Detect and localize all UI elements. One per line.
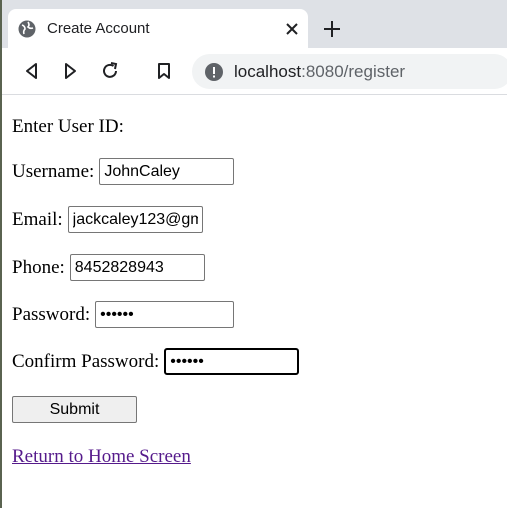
new-tab-icon[interactable] bbox=[322, 19, 342, 39]
submit-button[interactable]: Submit bbox=[12, 396, 137, 423]
phone-row: Phone: bbox=[12, 254, 205, 281]
url-path: :8080/register bbox=[301, 62, 406, 81]
email-input[interactable] bbox=[67, 206, 203, 233]
address-bar[interactable]: localhost:8080/register bbox=[192, 54, 507, 89]
bookmark-icon[interactable] bbox=[154, 61, 174, 81]
url-text: localhost:8080/register bbox=[234, 62, 405, 82]
forward-icon[interactable] bbox=[60, 61, 80, 81]
return-home-link[interactable]: Return to Home Screen bbox=[12, 446, 191, 468]
tab-create-account[interactable]: Create Account bbox=[8, 9, 308, 48]
confirm-password-row: Confirm Password: bbox=[12, 348, 300, 375]
phone-input[interactable] bbox=[69, 254, 205, 281]
tab-strip: Create Account bbox=[2, 0, 507, 48]
email-label: Email: bbox=[12, 208, 63, 230]
userid-row: Enter User ID: bbox=[12, 116, 124, 138]
confirm-password-input[interactable] bbox=[164, 348, 300, 375]
username-row: Username: bbox=[12, 158, 235, 185]
reload-icon[interactable] bbox=[100, 61, 120, 81]
back-icon[interactable] bbox=[22, 61, 42, 81]
password-label: Password: bbox=[12, 303, 91, 325]
info-icon[interactable] bbox=[204, 62, 224, 82]
email-row: Email: bbox=[12, 206, 203, 233]
browser-toolbar: localhost:8080/register bbox=[2, 48, 507, 95]
tab-title: Create Account bbox=[47, 20, 150, 37]
userid-label: Enter User ID: bbox=[12, 116, 124, 137]
phone-label: Phone: bbox=[12, 256, 65, 278]
close-icon[interactable] bbox=[284, 21, 300, 37]
password-row: Password: bbox=[12, 301, 235, 328]
username-label: Username: bbox=[12, 160, 95, 182]
password-input[interactable] bbox=[95, 301, 235, 328]
url-host: localhost bbox=[234, 62, 302, 81]
globe-icon bbox=[18, 20, 36, 38]
confirm-password-label: Confirm Password: bbox=[12, 350, 160, 372]
username-input[interactable] bbox=[99, 158, 235, 185]
